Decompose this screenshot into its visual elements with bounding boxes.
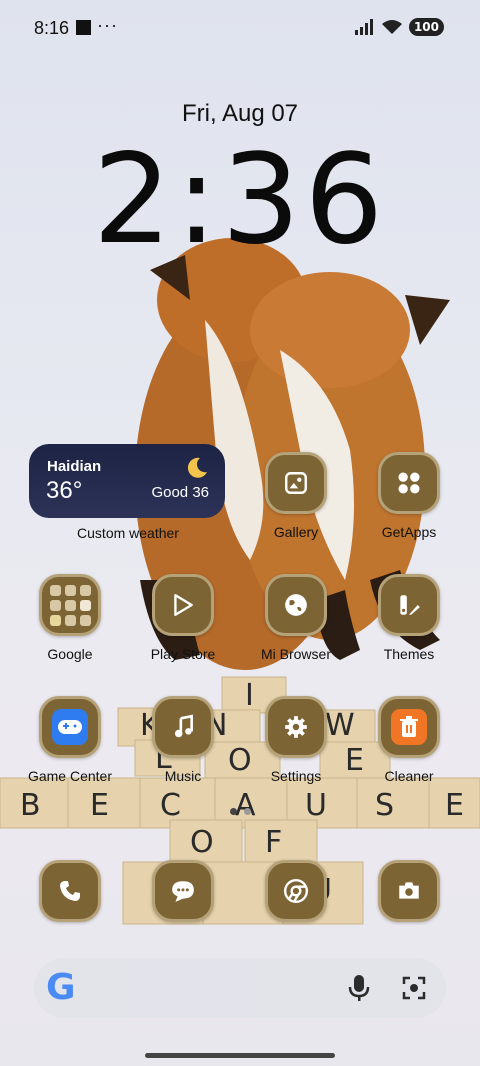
game-controller-icon — [52, 709, 88, 745]
camera-icon — [399, 882, 419, 899]
svg-text:E: E — [90, 788, 109, 823]
signal-icon — [354, 19, 373, 35]
dock-chrome[interactable] — [241, 860, 351, 922]
app-label: Game Center — [27, 768, 113, 784]
status-time: 8:16 — [34, 18, 70, 38]
lens-icon[interactable] — [400, 974, 428, 1002]
gallery-icon — [285, 472, 307, 494]
folder-grid-icon — [49, 584, 91, 626]
app-getapps[interactable]: GetApps — [354, 452, 464, 540]
battery-icon: 100 — [408, 18, 444, 36]
moon-icon — [187, 457, 207, 478]
app-label: Cleaner — [384, 768, 434, 784]
google-logo-icon: G — [46, 967, 76, 1008]
messages-icon — [172, 881, 194, 902]
svg-text:O: O — [190, 825, 214, 860]
app-themes[interactable]: Themes — [354, 574, 464, 662]
weather-city: Haidian — [47, 458, 102, 475]
google-search-bar[interactable]: G — [34, 958, 446, 1018]
dock-messages[interactable] — [128, 860, 238, 922]
weather-aqi: Good 36 — [151, 484, 209, 501]
notification-icon — [76, 20, 91, 35]
svg-text:S: S — [375, 788, 394, 823]
app-label: Play Store — [150, 646, 216, 662]
app-label: GetApps — [381, 524, 437, 540]
app-label: Mi Browser — [260, 646, 331, 662]
themes-icon — [400, 595, 420, 615]
page-indicator — [0, 808, 480, 815]
weather-temp: 36° — [46, 477, 83, 504]
app-music[interactable]: Music — [128, 696, 238, 784]
app-google-folder[interactable]: Google — [15, 574, 125, 662]
chrome-icon — [283, 878, 309, 904]
play-store-icon — [174, 594, 193, 616]
music-note-icon — [174, 714, 193, 738]
app-cleaner[interactable]: Cleaner — [354, 696, 464, 784]
gear-icon — [285, 716, 307, 738]
svg-text:C: C — [160, 788, 181, 823]
app-mi-browser[interactable]: Mi Browser — [241, 574, 351, 662]
getapps-icon — [398, 472, 420, 494]
svg-text:E: E — [445, 788, 464, 823]
weather-widget[interactable]: Haidian 36° Good 36 — [29, 444, 225, 518]
lock-date: Fri, Aug 07 — [181, 100, 299, 127]
svg-text:F: F — [265, 825, 282, 860]
weather-label: Custom weather — [77, 525, 179, 541]
app-label: Settings — [270, 768, 322, 784]
app-label: Google — [47, 646, 93, 662]
lock-clock: 2:36 — [92, 128, 388, 272]
svg-text:A: A — [235, 788, 256, 823]
app-gallery[interactable]: Gallery — [241, 452, 351, 540]
app-label: Music — [164, 768, 202, 784]
gesture-nav-bar[interactable] — [145, 1053, 335, 1058]
status-bar: 8:16 ··· 100 — [0, 0, 480, 56]
phone-icon — [60, 881, 80, 901]
app-settings[interactable]: Settings — [241, 696, 351, 784]
app-game-center[interactable]: Game Center — [15, 696, 125, 784]
svg-text:B: B — [20, 788, 41, 823]
dock-phone[interactable] — [15, 860, 125, 922]
mic-icon[interactable] — [348, 974, 370, 1002]
trash-icon — [391, 709, 427, 745]
dock-camera[interactable] — [354, 860, 464, 922]
app-label: Gallery — [273, 524, 319, 540]
more-notifications-icon: ··· — [97, 15, 118, 35]
app-label: Themes — [383, 646, 435, 662]
wifi-icon — [381, 20, 402, 34]
app-play-store[interactable]: Play Store — [128, 574, 238, 662]
globe-icon — [285, 594, 307, 616]
svg-text:U: U — [305, 788, 327, 823]
